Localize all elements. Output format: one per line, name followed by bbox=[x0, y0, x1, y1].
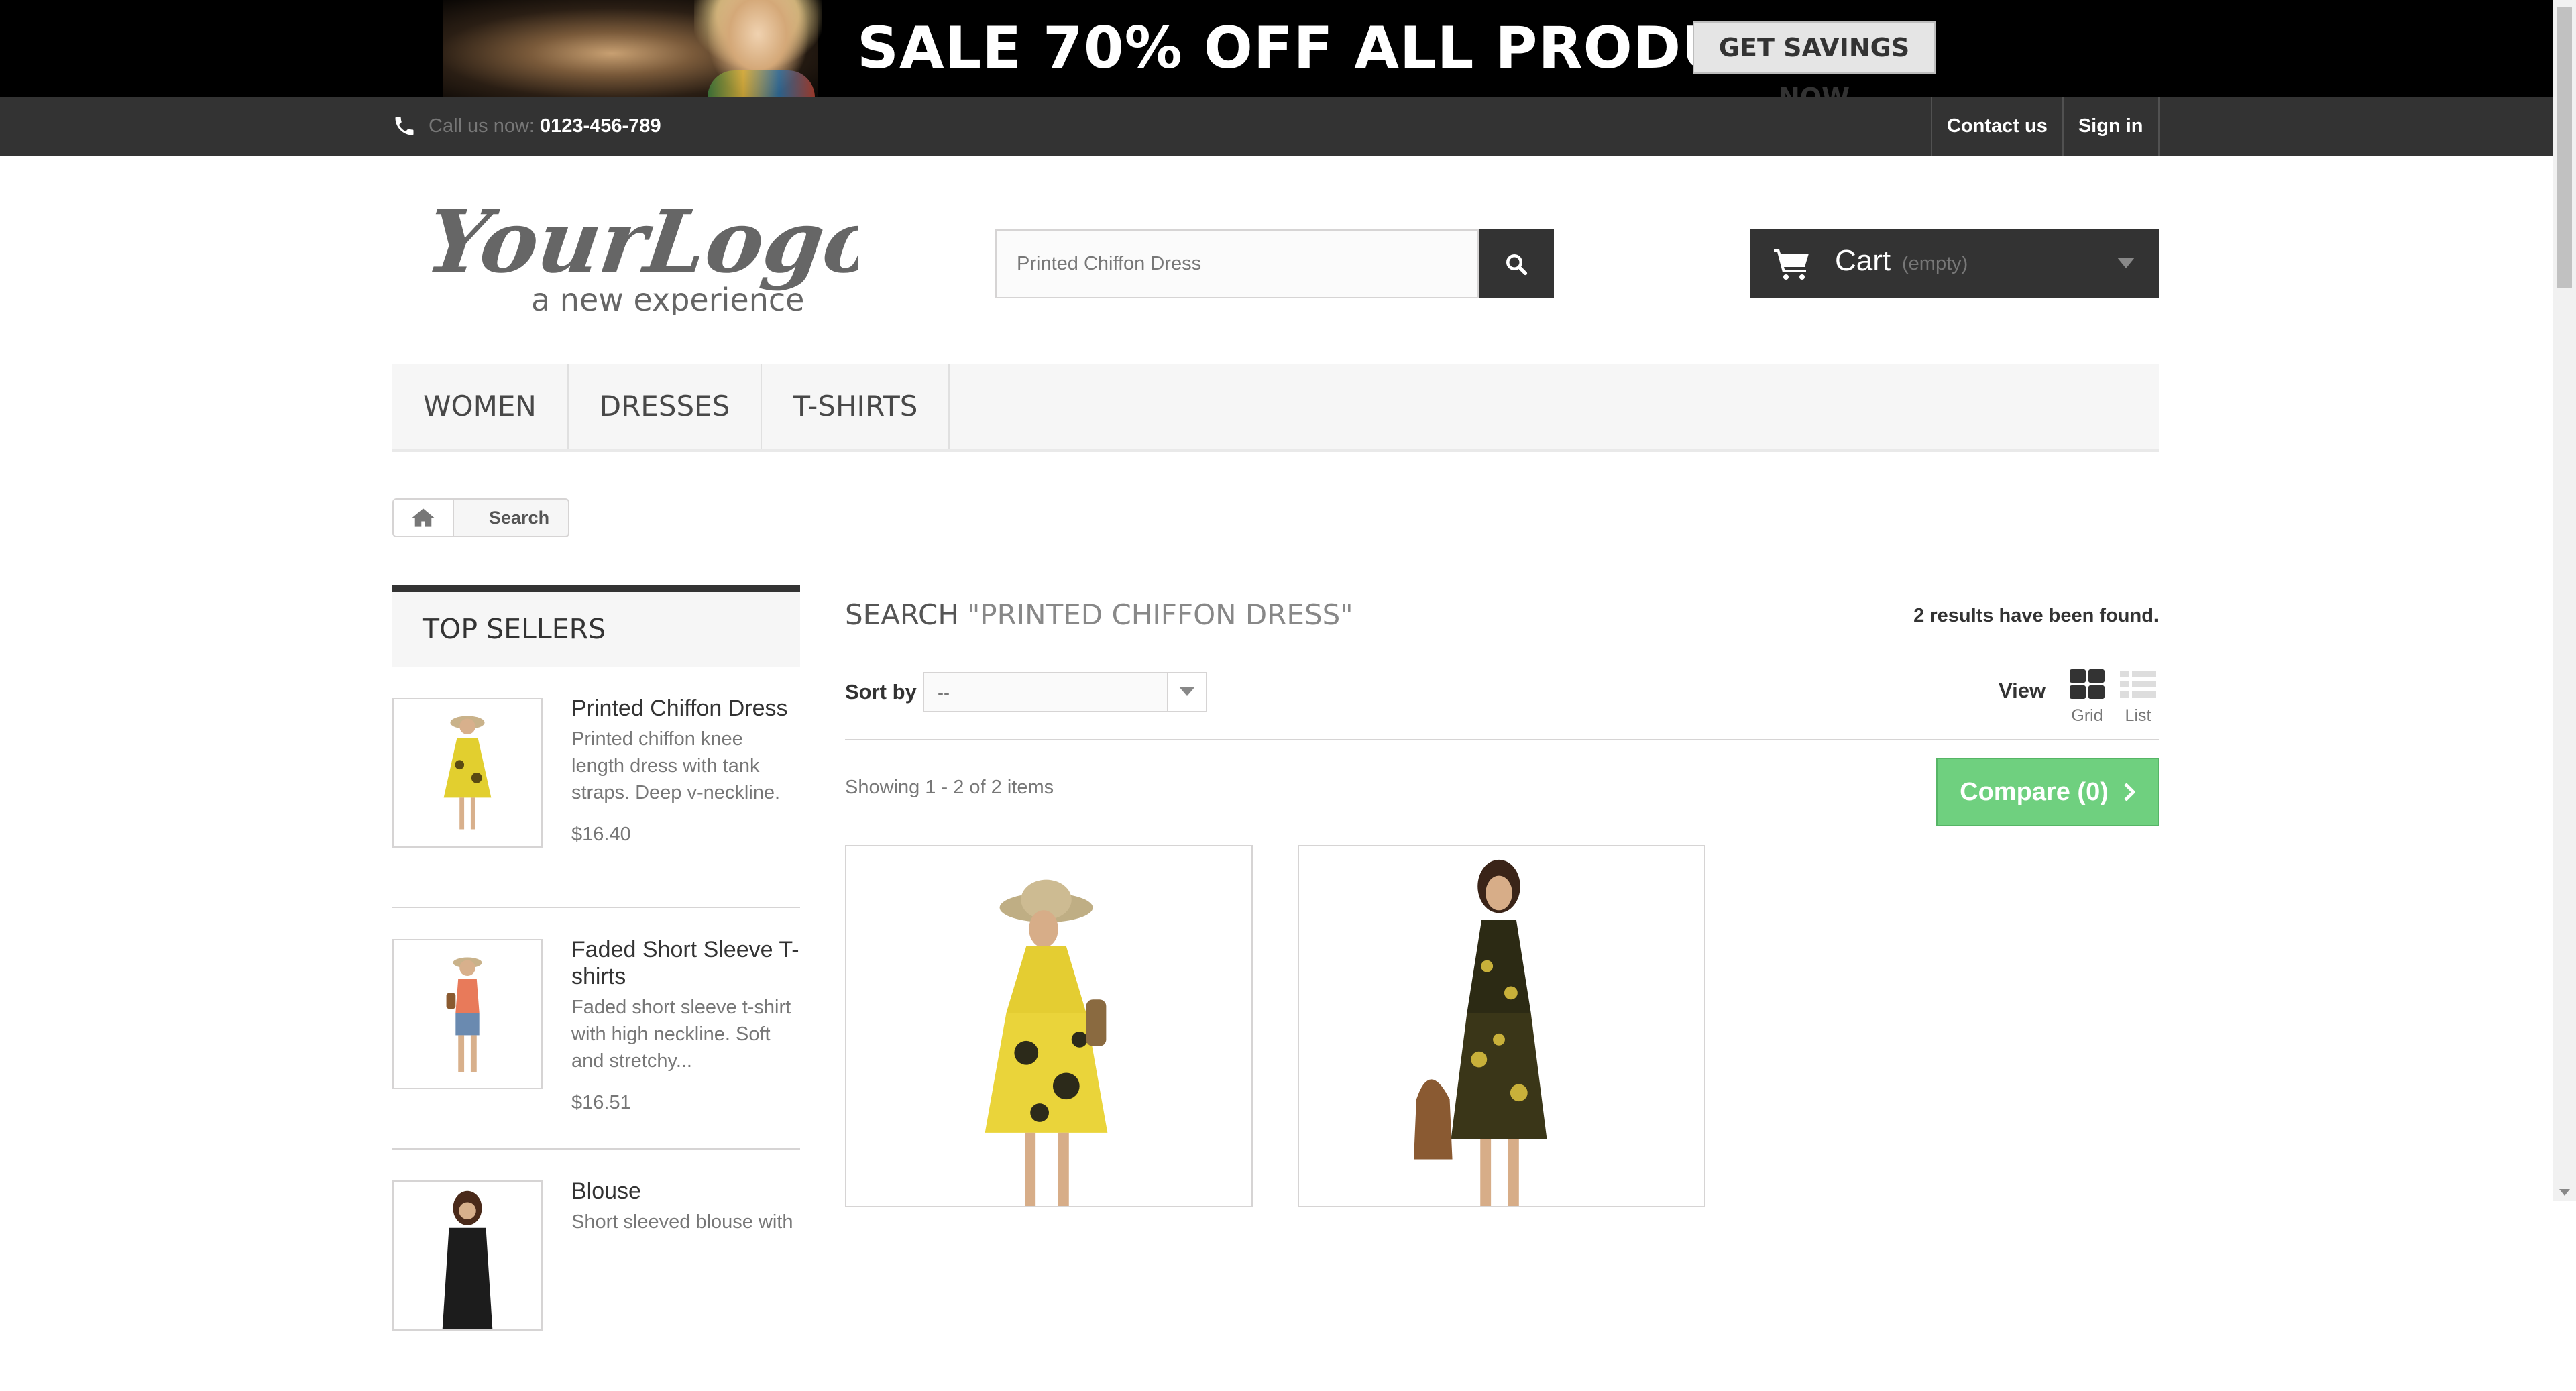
product-card[interactable] bbox=[845, 845, 1253, 1207]
menu-item-women[interactable]: WOMEN bbox=[392, 364, 569, 449]
breadcrumb-current: Search bbox=[489, 508, 550, 528]
search-button[interactable] bbox=[1479, 229, 1554, 298]
list-item: Printed Chiffon Dress Printed chiffon kn… bbox=[392, 667, 800, 908]
seller-name[interactable]: Faded Short Sleeve T-shirts bbox=[571, 936, 799, 990]
breadcrumb: Search bbox=[392, 498, 570, 537]
search-heading: SEARCH bbox=[845, 598, 959, 631]
product-thumbnail[interactable] bbox=[392, 1180, 543, 1331]
sign-in-link[interactable]: Sign in bbox=[2062, 97, 2160, 156]
sort-value: -- bbox=[938, 683, 950, 703]
top-sellers-title: TOP SELLERS bbox=[392, 585, 800, 667]
breadcrumb-home[interactable] bbox=[394, 500, 454, 536]
product-thumbnail[interactable] bbox=[392, 939, 543, 1089]
compare-label: Compare (0) bbox=[1960, 777, 2109, 806]
grid-caption: Grid bbox=[2071, 706, 2103, 725]
top-sellers-block: TOP SELLERS Printed Chiffon Dress Printe… bbox=[392, 585, 800, 1391]
product-card[interactable] bbox=[1298, 845, 1705, 1207]
seller-price: $16.51 bbox=[571, 1092, 631, 1113]
search-query: "PRINTED CHIFFON DRESS" bbox=[966, 598, 1353, 631]
cart-button[interactable]: Cart (empty) bbox=[1750, 229, 2159, 298]
menu-item-dresses[interactable]: DRESSES bbox=[569, 364, 763, 449]
logo-tagline: a new experience bbox=[531, 282, 804, 315]
page-title: SEARCH "PRINTED CHIFFON DRESS" bbox=[845, 598, 1353, 631]
sort-select[interactable]: -- bbox=[923, 672, 1207, 712]
home-icon bbox=[412, 508, 435, 527]
phone-number: 0123-456-789 bbox=[539, 115, 661, 137]
chevron-right-icon bbox=[2124, 783, 2135, 801]
main-menu: WOMEN DRESSES T-SHIRTS bbox=[392, 364, 2159, 452]
showing-count: Showing 1 - 2 of 2 items bbox=[845, 777, 1054, 798]
top-nav-bar: Call us now: 0123-456-789 Contact us Sig… bbox=[0, 97, 2553, 156]
list-icon bbox=[2120, 671, 2156, 698]
cart-label: Cart bbox=[1835, 244, 1891, 277]
list-item: Faded Short Sleeve T-shirts Faded short … bbox=[392, 908, 800, 1150]
list-caption: List bbox=[2125, 706, 2151, 725]
cart-status: (empty) bbox=[1902, 253, 1968, 274]
site-logo[interactable]: YourLogo a new experience bbox=[421, 191, 888, 318]
seller-desc: Short sleeved blouse with bbox=[571, 1211, 793, 1233]
banner-model-image bbox=[443, 0, 822, 97]
product-thumbnail[interactable] bbox=[392, 698, 543, 848]
promo-banner[interactable]: SALE 70% OFF ALL PRODUCTS GET SAVINGS NO… bbox=[0, 0, 2553, 112]
contact-us-link[interactable]: Contact us bbox=[1931, 97, 2062, 156]
chevron-down-icon bbox=[1179, 687, 1195, 696]
cart-icon bbox=[1774, 249, 1809, 280]
product-image bbox=[1413, 859, 1547, 1206]
phone-info: Call us now: 0123-456-789 bbox=[392, 111, 661, 142]
seller-name[interactable]: Printed Chiffon Dress bbox=[571, 695, 799, 722]
divider bbox=[845, 739, 2159, 740]
list-item: Blouse Short sleeved blouse with bbox=[392, 1150, 800, 1391]
call-us-label: Call us now: bbox=[429, 115, 535, 137]
seller-desc: Faded short sleeve t-shirt with high nec… bbox=[571, 997, 791, 1072]
seller-name[interactable]: Blouse bbox=[571, 1178, 799, 1205]
grid-icon bbox=[2070, 669, 2105, 699]
logo-text: YourLogo bbox=[429, 192, 858, 292]
view-list-button[interactable]: List bbox=[2118, 669, 2158, 726]
get-savings-button[interactable]: GET SAVINGS NOW bbox=[1693, 21, 1936, 112]
phone-icon bbox=[395, 117, 414, 135]
view-label: View bbox=[1999, 679, 2046, 702]
sort-label: Sort by bbox=[845, 680, 917, 704]
search-input[interactable] bbox=[997, 231, 1477, 297]
seller-price: $16.40 bbox=[571, 824, 631, 845]
results-count: 2 results have been found. bbox=[1913, 605, 2159, 626]
sort-dropdown-toggle[interactable] bbox=[1167, 673, 1206, 711]
product-image bbox=[985, 879, 1108, 1206]
seller-desc: Printed chiffon knee length dress with t… bbox=[571, 728, 781, 803]
chevron-down-icon bbox=[2117, 258, 2135, 268]
scrollbar-thumb[interactable] bbox=[2557, 7, 2572, 288]
view-grid-button[interactable]: Grid bbox=[2067, 669, 2107, 726]
search-icon bbox=[1506, 254, 1528, 275]
scroll-down-arrow[interactable] bbox=[2559, 1189, 2570, 1196]
compare-button[interactable]: Compare (0) bbox=[1936, 758, 2159, 826]
search-box bbox=[995, 229, 1479, 298]
page-scrollbar[interactable] bbox=[2553, 0, 2576, 1201]
menu-item-tshirts[interactable]: T-SHIRTS bbox=[762, 364, 950, 449]
nav-links: Contact us Sign in bbox=[1931, 97, 2160, 156]
